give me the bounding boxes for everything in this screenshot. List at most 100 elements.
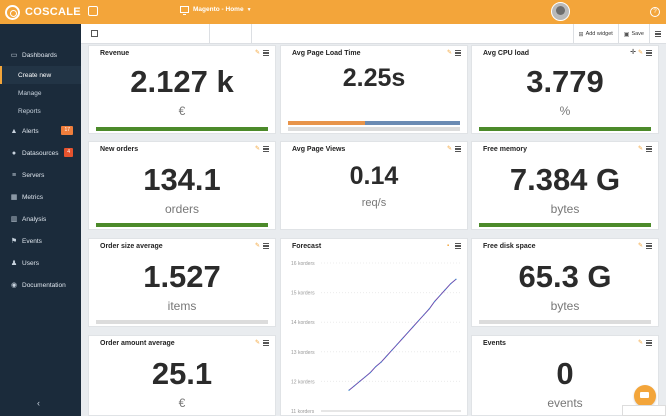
menu-icon[interactable] — [263, 146, 269, 152]
time-range-selector[interactable] — [210, 24, 252, 44]
servers-icon: ≡ — [11, 171, 17, 179]
widget-value: 1.527 — [143, 259, 221, 294]
widget-title: Avg CPU load — [483, 50, 530, 57]
dashboard-home-icon[interactable] — [88, 6, 98, 16]
sidebar-item-events[interactable]: ⚑ Events — [0, 230, 81, 252]
widget-title: Order size average — [100, 243, 163, 250]
forecast-point — [353, 385, 355, 387]
sidebar-item-metrics[interactable]: ▦ Metrics — [0, 186, 81, 208]
menu-icon[interactable] — [263, 243, 269, 249]
progress-bar — [96, 127, 268, 131]
menu-icon[interactable] — [646, 243, 652, 249]
wrench-icon[interactable]: ✎ — [638, 340, 644, 346]
forecast-point — [391, 349, 393, 351]
save-button[interactable]: ▣ Save — [617, 24, 649, 44]
coscale-logo-icon — [5, 4, 20, 20]
logo[interactable]: COSCALE — [0, 0, 81, 24]
forecast-point — [428, 308, 430, 310]
sidebar-item-users[interactable]: ♟ Users — [0, 252, 81, 274]
widget-title: Revenue — [100, 50, 130, 57]
progress-bar — [288, 127, 460, 131]
menu-icon[interactable] — [646, 146, 652, 152]
menu-icon[interactable] — [263, 340, 269, 346]
forecast-point — [407, 331, 409, 334]
chat-icon[interactable] — [634, 385, 656, 407]
progress-bar — [479, 127, 651, 131]
save-icon: ▣ — [623, 31, 630, 38]
sidebar-item-label: Create new — [18, 71, 52, 79]
chevron-left-icon[interactable]: ‹ — [37, 398, 40, 408]
forecast-point — [369, 371, 371, 374]
widget-title: Avg Page Load Time — [292, 50, 361, 57]
sidebar-item-label: Alerts — [22, 127, 39, 135]
widget-order-amount-average: Order amount average ✎ 25.1 € — [88, 335, 276, 416]
toolbar-menu-button[interactable] — [649, 24, 666, 44]
documentation-icon: ◉ — [10, 282, 18, 289]
menu-icon[interactable] — [455, 50, 461, 56]
sidebar-item-label: Servers — [22, 171, 45, 179]
forecast-point — [412, 326, 414, 328]
menu-icon[interactable] — [646, 340, 652, 346]
date-range-picker[interactable] — [81, 24, 210, 44]
chart-icon: ▥ — [10, 216, 18, 223]
sidebar-item-label: Documentation — [22, 281, 66, 289]
forecast-point — [375, 366, 377, 368]
dashboard-selector-label: Magento - Home — [193, 6, 244, 13]
progress-bar — [96, 320, 268, 324]
menu-icon[interactable] — [455, 146, 461, 152]
move-icon[interactable]: ✛ — [630, 49, 636, 56]
forecast-point — [444, 289, 446, 291]
dashboard-toolbar: ⊞ Add widget ▣ Save — [81, 24, 666, 44]
widget-value: 0.14 — [349, 162, 399, 190]
widget-value: 65.3 G — [518, 259, 612, 294]
forecast-point — [417, 320, 420, 322]
wrench-icon[interactable]: ✎ — [638, 50, 644, 56]
help-icon[interactable]: ? — [650, 7, 660, 17]
widget-value: 3.779 — [526, 64, 604, 99]
widget-unit: orders — [164, 202, 199, 216]
forecast-point — [423, 314, 425, 316]
widget-title: Events — [483, 340, 506, 347]
forecast-point — [380, 361, 382, 363]
widget-unit: items — [167, 299, 197, 313]
wrench-icon[interactable]: ✎ — [447, 50, 453, 56]
sidebar-item-servers[interactable]: ≡ Servers — [0, 164, 81, 186]
sidebar-item-dashboards[interactable]: ▭ Dashboards — [0, 44, 81, 66]
widget-unit: req/s — [361, 197, 387, 209]
sidebar-item-label: Metrics — [22, 193, 43, 201]
sidebar-item-create-new[interactable]: Create new — [0, 66, 81, 84]
chat-panel-tab[interactable] — [622, 405, 666, 416]
sidebar-item-documentation[interactable]: ◉ Documentation — [0, 274, 81, 296]
wrench-icon[interactable]: ✎ — [255, 50, 261, 56]
widget-value: 25.1 — [151, 356, 213, 391]
avatar[interactable] — [551, 2, 570, 21]
progress-bar-fill — [479, 127, 651, 131]
sidebar-item-datasources[interactable]: ● Datasources 4 — [0, 142, 81, 164]
forecast-point — [359, 380, 361, 382]
wrench-icon[interactable]: ✎ — [638, 146, 644, 152]
segment-bar — [288, 121, 460, 125]
monitor-icon — [180, 6, 189, 15]
segment-bar-part — [365, 121, 460, 125]
wrench-icon[interactable]: ✎ — [255, 146, 261, 152]
wrench-icon[interactable]: ✎ — [255, 340, 261, 346]
wrench-icon[interactable]: ✎ — [447, 146, 453, 152]
widget-title: New orders — [100, 146, 139, 153]
dashboard-selector[interactable]: Magento - Home ▼ — [180, 6, 252, 15]
add-widget-button[interactable]: ⊞ Add widget — [572, 24, 618, 44]
add-widget-label: Add widget — [585, 31, 613, 37]
widget-unit: € — [178, 104, 186, 118]
menu-icon[interactable] — [263, 50, 269, 56]
sidebar-item-manage[interactable]: Manage — [0, 84, 81, 102]
wrench-icon[interactable]: ✎ — [255, 243, 261, 249]
wrench-icon[interactable]: ✎ — [638, 243, 644, 249]
y-tick-label: 15 korders — [291, 291, 315, 297]
sidebar-item-analysis[interactable]: ▥ Analysis — [0, 208, 81, 230]
sidebar-item-label: Users — [22, 259, 39, 267]
monitor-icon: ▭ — [10, 52, 18, 59]
sidebar-item-reports[interactable]: Reports — [0, 102, 81, 120]
progress-bar-fill — [96, 223, 268, 227]
forecast-chart[interactable]: 16 korders 15 korders 14 korders 13 korders… — [281, 239, 469, 416]
menu-icon[interactable] — [646, 50, 652, 56]
sidebar-item-alerts[interactable]: ▲ Alerts 17 — [0, 120, 81, 142]
